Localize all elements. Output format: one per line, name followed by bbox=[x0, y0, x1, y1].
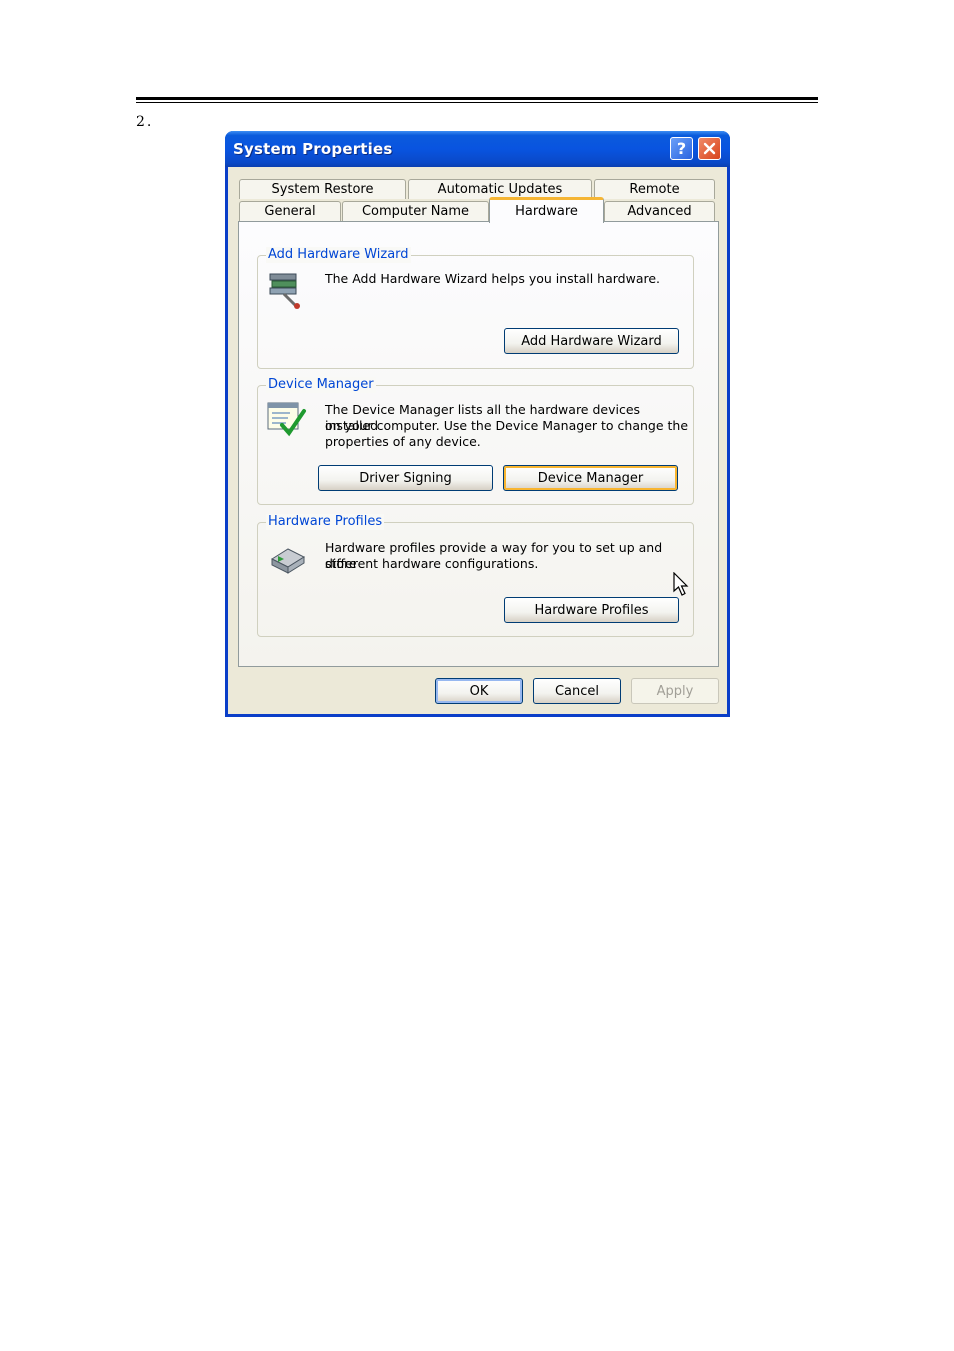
mouse-pointer-icon bbox=[673, 572, 689, 596]
hardware-profiles-icon bbox=[268, 548, 306, 574]
add-hardware-wizard-button[interactable]: Add Hardware Wizard bbox=[504, 328, 679, 354]
ok-button[interactable]: OK bbox=[435, 678, 523, 704]
header-rule-thick bbox=[136, 97, 818, 100]
system-properties-window: System Properties ? System Restore Autom… bbox=[225, 131, 730, 717]
hardware-tab-panel: Add Hardware Wizard The Add Hardware Wiz… bbox=[238, 221, 719, 667]
tab-advanced[interactable]: Advanced bbox=[604, 201, 715, 221]
tab-computer-name[interactable]: Computer Name bbox=[342, 201, 489, 221]
tab-system-restore[interactable]: System Restore bbox=[239, 179, 406, 199]
step-number: 2. bbox=[136, 114, 154, 130]
cancel-button[interactable]: Cancel bbox=[533, 678, 621, 704]
help-icon: ? bbox=[676, 139, 687, 158]
device-manager-group: Device Manager The Device Manager lists … bbox=[257, 377, 694, 505]
add-hardware-wizard-group: Add Hardware Wizard The Add Hardware Wiz… bbox=[257, 247, 694, 369]
help-button[interactable]: ? bbox=[670, 137, 693, 160]
add-hardware-wizard-description: The Add Hardware Wizard helps you instal… bbox=[325, 271, 661, 286]
hardware-profiles-group: Hardware Profiles Hardware profiles prov… bbox=[257, 514, 694, 637]
tab-remote[interactable]: Remote bbox=[594, 179, 715, 199]
title-bar[interactable]: System Properties ? bbox=[225, 131, 730, 167]
device-manager-legend: Device Manager bbox=[266, 377, 376, 393]
hardware-profiles-legend: Hardware Profiles bbox=[266, 514, 385, 530]
device-manager-button[interactable]: Device Manager bbox=[503, 465, 678, 491]
driver-signing-button[interactable]: Driver Signing bbox=[318, 465, 493, 491]
tab-hardware[interactable]: Hardware bbox=[489, 197, 604, 223]
device-manager-icon bbox=[267, 402, 306, 437]
tab-general[interactable]: General bbox=[239, 201, 341, 221]
device-manager-description-line-2: on your computer. Use the Device Manager… bbox=[325, 418, 689, 433]
add-hardware-wizard-legend: Add Hardware Wizard bbox=[266, 247, 411, 263]
device-manager-description-line-3: properties of any device. bbox=[325, 434, 481, 449]
close-icon bbox=[703, 142, 716, 155]
hardware-profiles-button[interactable]: Hardware Profiles bbox=[504, 597, 679, 623]
window-title: System Properties bbox=[233, 140, 393, 158]
hardware-profiles-description-line-2: different hardware configurations. bbox=[325, 556, 539, 571]
header-rule-thin bbox=[136, 102, 818, 103]
apply-button[interactable]: Apply bbox=[631, 678, 719, 704]
tab-automatic-updates[interactable]: Automatic Updates bbox=[408, 179, 592, 199]
add-hardware-icon bbox=[269, 273, 300, 309]
close-button[interactable] bbox=[698, 137, 721, 160]
